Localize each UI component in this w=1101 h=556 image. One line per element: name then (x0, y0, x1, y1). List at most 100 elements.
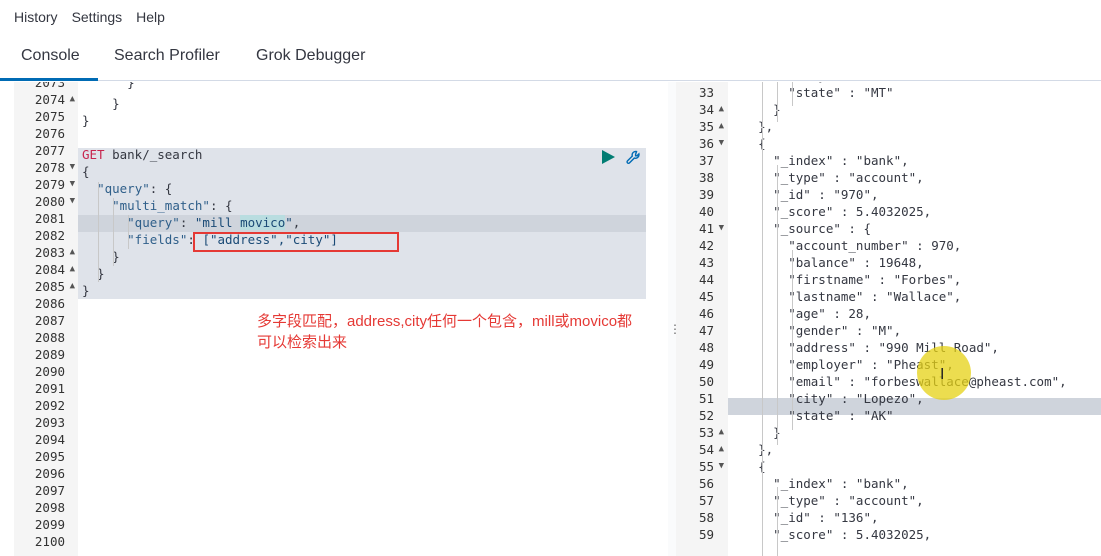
code-line: "multi_match": { (112, 198, 233, 213)
response-line: "balance" : 19648, (728, 255, 924, 270)
line-number: 55 ▼ (676, 458, 728, 475)
line-number-text: 2075 (34, 109, 65, 124)
fold-toggle-icon[interactable]: ▲ (70, 278, 75, 295)
line-number-text: 35 (698, 119, 714, 134)
line-number: 54 ▲ (676, 441, 728, 458)
line-number: 59 (676, 526, 728, 543)
code-line: { (82, 164, 90, 179)
fold-toggle-icon[interactable]: ▲ (719, 424, 724, 441)
query-key: "query" (127, 215, 180, 230)
fold-toggle-icon[interactable]: ▲ (70, 244, 75, 261)
response-line: "city" : "Lopezo", (728, 391, 924, 406)
line-number-text: 57 (698, 493, 714, 508)
line-number-text: 37 (698, 153, 714, 168)
line-number-text: 2095 (34, 449, 65, 464)
request-line: GET bank/_search (82, 146, 202, 163)
fold-toggle-icon[interactable]: ▲ (719, 118, 724, 135)
line-number-text: 2077 (34, 143, 65, 158)
indent-guide (777, 487, 778, 556)
line-number: 44 (676, 271, 728, 288)
fold-toggle-icon[interactable]: ▲ (70, 261, 75, 278)
line-number-text: 2089 (34, 347, 65, 362)
line-number: 2098 (14, 499, 78, 516)
fold-toggle-icon[interactable]: ▲ (719, 441, 724, 458)
line-number: 2074 ▲ (14, 91, 78, 108)
indent-guide (792, 82, 793, 106)
fold-toggle-icon[interactable]: ▼ (719, 220, 724, 237)
line-number-text: 45 (698, 289, 714, 304)
tab-grok-debugger[interactable]: Grok Debugger (256, 47, 365, 65)
line-number-text: 2082 (34, 228, 65, 243)
line-number-text: 42 (698, 238, 714, 253)
fields-highlight-box (193, 232, 399, 252)
line-number-text: 38 (698, 170, 714, 185)
tab-console[interactable]: Console (21, 47, 80, 65)
line-number: 2094 (14, 431, 78, 448)
fold-toggle-icon[interactable]: ▼ (70, 176, 75, 193)
tab-search-profiler[interactable]: Search Profiler (114, 47, 220, 65)
response-line: "_source" : { (728, 221, 871, 236)
line-number: 2090 (14, 363, 78, 380)
line-number: 2084 ▲ (14, 261, 78, 278)
line-number-text: 2078 (34, 160, 65, 175)
line-number: 47 (676, 322, 728, 339)
line-number: 48 (676, 339, 728, 356)
line-number-text: 2092 (34, 398, 65, 413)
wrench-icon[interactable] (625, 149, 643, 167)
fold-toggle-icon[interactable]: ▲ (719, 101, 724, 118)
line-number: 2093 (14, 414, 78, 431)
fold-toggle-icon[interactable]: ▼ (70, 159, 75, 176)
fold-toggle-icon[interactable]: ▼ (70, 193, 75, 210)
line-number-text: 2091 (34, 381, 65, 396)
response-line: }, (728, 442, 774, 457)
line-number-text: 59 (698, 527, 714, 542)
line-number: 2096 (14, 465, 78, 482)
line-number: 2077 (14, 142, 78, 159)
tab-bar: Console Search Profiler Grok Debugger (0, 34, 1101, 81)
line-number-text: 40 (698, 204, 714, 219)
fold-toggle-icon[interactable]: ▼ (719, 458, 724, 475)
line-number-text: 53 (698, 425, 714, 440)
response-line: "_id" : "970", (728, 187, 879, 202)
response-editor[interactable]: "city" : "...", "state" : "MT" } }, { "_… (728, 82, 1101, 556)
line-number-text: 34 (698, 102, 714, 117)
query-value-part: "mill (194, 215, 241, 230)
request-path: bank/_search (104, 147, 203, 162)
line-number-text: 2076 (34, 126, 65, 141)
indent-guide (792, 250, 793, 430)
line-number-text: 2096 (34, 466, 65, 481)
line-number: 51 (676, 390, 728, 407)
code-line: "query": { (97, 181, 173, 196)
pane-splitter[interactable] (668, 82, 676, 556)
menu-bar: History Settings Help (0, 0, 1101, 34)
line-number-text: 2085 (34, 279, 65, 294)
play-icon[interactable] (601, 150, 615, 164)
line-number: 2088 (14, 329, 78, 346)
indent-guide (113, 198, 114, 266)
menu-help[interactable]: Help (136, 9, 165, 25)
line-number: 57 (676, 492, 728, 509)
line-number: 2080 ▼ (14, 193, 78, 210)
line-number-text: 44 (698, 272, 714, 287)
line-number-text: 2097 (34, 483, 65, 498)
menu-settings[interactable]: Settings (72, 9, 123, 25)
line-number: 2085 ▲ (14, 278, 78, 295)
request-editor-gutter: 2073 2074 ▲ 2075 2076 2077 2078 ▼ 2079 ▼ 2080 ▼ 2081… (14, 82, 78, 556)
line-number: 41 ▼ (676, 220, 728, 237)
code-line: } (82, 96, 120, 111)
line-number-text: 41 (698, 221, 714, 236)
response-line: "gender" : "M", (728, 323, 902, 338)
line-number: 2100 (14, 533, 78, 550)
response-line: "_index" : "bank", (728, 476, 909, 491)
menu-history[interactable]: History (14, 9, 58, 25)
line-number-text: 2090 (34, 364, 65, 379)
fold-toggle-icon[interactable]: ▼ (719, 135, 724, 152)
line-number-text: 47 (698, 323, 714, 338)
line-number-text: 2088 (34, 330, 65, 345)
code-line: "query": "mill movico", (127, 215, 301, 230)
line-number: 2073 (14, 82, 78, 91)
line-number: 52 (676, 407, 728, 424)
response-line: { (728, 136, 766, 151)
fold-toggle-icon[interactable]: ▲ (70, 91, 75, 108)
line-number-text: 43 (698, 255, 714, 270)
